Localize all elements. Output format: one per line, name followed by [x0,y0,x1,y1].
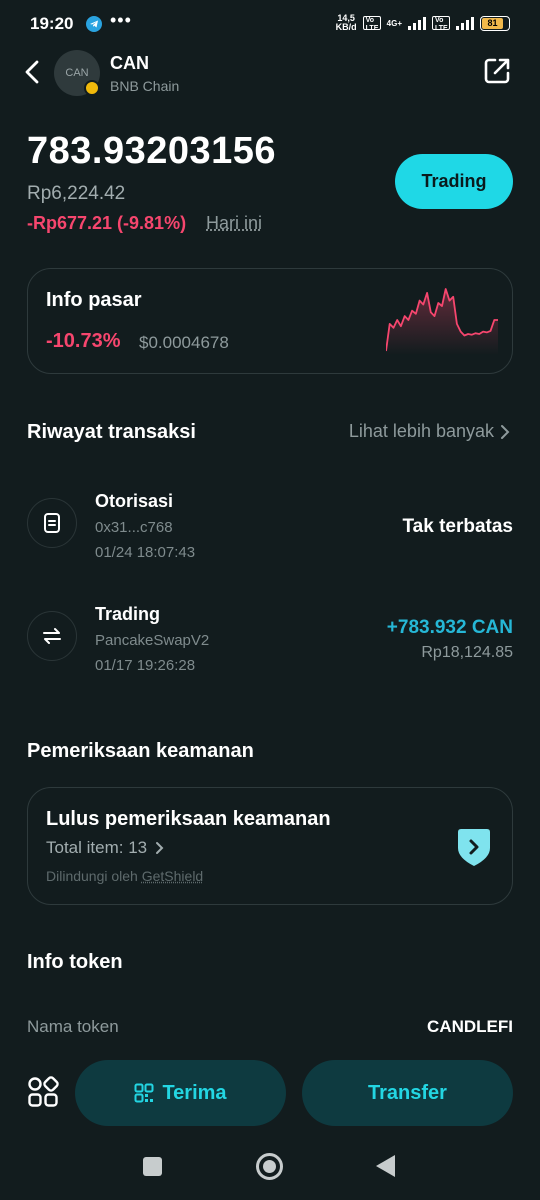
receive-label: Terima [162,1081,227,1104]
security-title: Pemeriksaan keamanan [27,740,254,762]
security-card[interactable]: Lulus pemeriksaan keamanan Total item: 1… [27,787,513,905]
home-button[interactable] [256,1153,283,1180]
system-back-button[interactable] [376,1155,395,1177]
daily-change: -Rp677.21 (-9.81%) [27,213,187,233]
document-icon [27,498,77,548]
swap-icon [27,611,77,661]
protected-by: Dilindungi oleh GetShield [46,868,203,884]
telegram-icon [86,16,102,32]
total-items-label: Total item: 13 [46,838,148,857]
signal-icon-2 [456,16,474,30]
tx-fiat: Rp18,124.85 [421,644,513,661]
net-speed: 14,5 KB/d [336,14,357,32]
bnb-chain-icon [84,80,100,96]
status-indicators: 14,5 KB/d Vo LTE 4G+ Vo LTE 81 [336,14,510,32]
market-price: $0.0004678 [139,333,229,352]
tx-datetime: 01/17 19:26:28 [95,657,196,674]
token-balance: 783.93203156 [27,130,277,172]
token-chain: BNB Chain [110,78,180,94]
token-info-title: Info token [27,951,123,973]
recent-apps-button[interactable] [143,1157,162,1176]
more-notifications-icon: ••• [110,10,132,30]
signal-icon [408,16,426,30]
trading-button[interactable]: Trading [395,154,513,209]
volte-badge-2: Vo LTE [432,16,450,30]
tx-address: 0x31...c768 [95,519,173,536]
market-info-title: Info pasar [46,289,142,311]
battery-level: 81 [482,17,504,29]
fiat-balance: Rp6,224.42 [27,183,126,204]
apps-grid-icon [28,1076,59,1107]
tx-title: Otorisasi [95,491,174,511]
security-card-title: Lulus pemeriksaan keamanan [46,808,331,830]
shield-icon [458,829,490,866]
see-more-link[interactable]: Lihat lebih banyak [349,421,510,442]
tx-address: PancakeSwapV2 [95,632,210,649]
receive-button[interactable]: Terima [75,1060,286,1126]
token-symbol: CAN [110,53,149,73]
chevron-right-icon [501,424,510,439]
market-change: -10.73% [46,330,121,352]
net-speed-unit: KB/d [335,22,357,32]
volte-badge: Vo LTE [362,16,381,30]
status-time: 19:20 [30,14,74,33]
tx-amount: +783.932 CAN [386,617,513,638]
external-link-icon [484,58,510,84]
see-more-label: Lihat lebih banyak [348,421,494,441]
price-sparkline [386,288,498,355]
battery-icon: 81 [480,15,510,31]
tx-title: Trading [95,604,161,624]
transaction-row[interactable]: Otorisasi 0x31...c768 01/24 18:07:43 Tak… [27,478,513,578]
qr-code-icon [134,1083,154,1103]
chevron-right-icon [156,842,164,854]
tx-amount: Tak terbatas [402,516,513,537]
chevron-left-icon [25,60,39,84]
home-icon [263,1160,276,1173]
signal-4g: 4G+ [387,19,402,28]
transaction-row[interactable]: Trading PancakeSwapV2 01/17 19:26:28 +78… [27,591,513,691]
change-period[interactable]: Hari ini [206,213,262,234]
transfer-button[interactable]: Transfer [302,1060,513,1126]
back-button[interactable] [22,58,46,86]
token-name-value: CANDLEFI [427,1017,513,1036]
provider-link[interactable]: GetShield [142,868,203,884]
open-external-button[interactable] [482,56,512,86]
market-info-card[interactable]: Info pasar -10.73% $0.0004678 [27,268,513,374]
tx-datetime: 01/24 18:07:43 [95,544,196,561]
apps-button[interactable] [27,1076,59,1108]
token-name-label: Nama token [27,1017,119,1036]
protected-by-label: Dilindungi oleh [46,868,138,884]
security-total-items[interactable]: Total item: 13 [46,838,164,858]
network-type: 4G+ [386,18,402,28]
history-title: Riwayat transaksi [27,421,196,443]
